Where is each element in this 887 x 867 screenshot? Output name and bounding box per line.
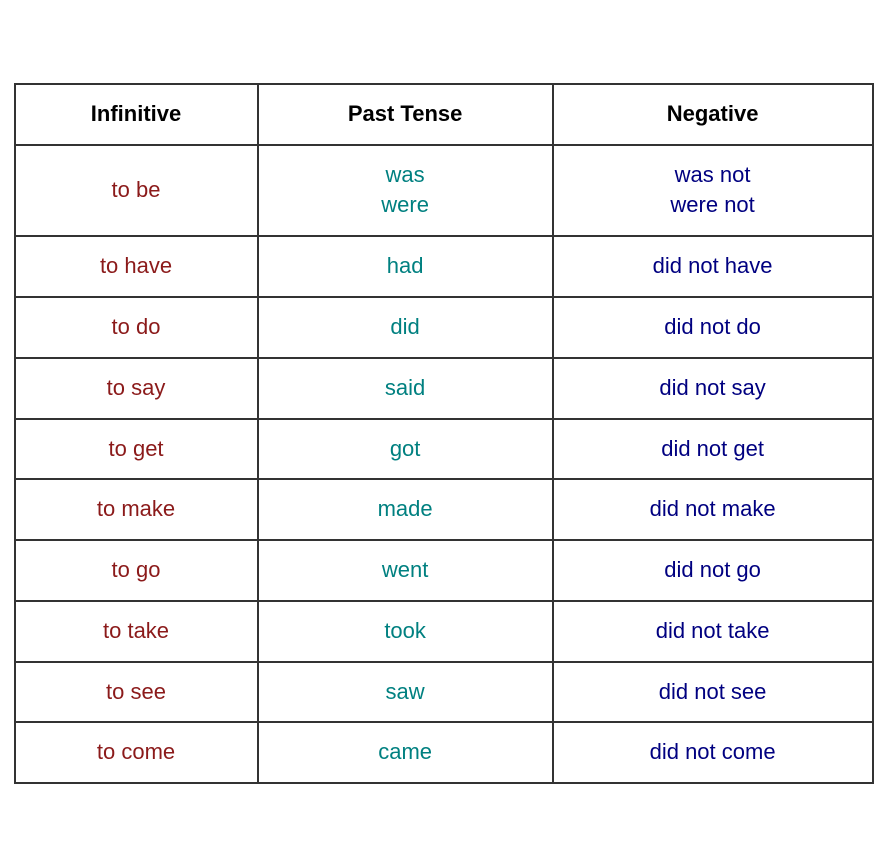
grammar-table: Infinitive Past Tense Negative to bewasw…	[14, 83, 874, 785]
table-row: to makemadedid not make	[15, 479, 873, 540]
cell-negative: did not say	[553, 358, 873, 419]
cell-negative: did not come	[553, 722, 873, 783]
cell-past-tense: went	[258, 540, 553, 601]
cell-past-tense: made	[258, 479, 553, 540]
cell-negative: did not do	[553, 297, 873, 358]
cell-infinitive: to be	[15, 145, 258, 237]
cell-negative: did not go	[553, 540, 873, 601]
cell-negative: did not have	[553, 236, 873, 297]
table-row: to seesawdid not see	[15, 662, 873, 723]
table-row: to taketookdid not take	[15, 601, 873, 662]
header-infinitive: Infinitive	[15, 84, 258, 145]
cell-past-tense: waswere	[258, 145, 553, 237]
table-row: to getgotdid not get	[15, 419, 873, 480]
table-row: to bewaswerewas notwere not	[15, 145, 873, 237]
cell-infinitive: to do	[15, 297, 258, 358]
grammar-table-container: Infinitive Past Tense Negative to bewasw…	[14, 83, 874, 785]
cell-negative: did not take	[553, 601, 873, 662]
cell-infinitive: to see	[15, 662, 258, 723]
cell-infinitive: to have	[15, 236, 258, 297]
cell-negative: did not make	[553, 479, 873, 540]
cell-past-tense: said	[258, 358, 553, 419]
cell-infinitive: to go	[15, 540, 258, 601]
cell-past-tense: had	[258, 236, 553, 297]
header-row: Infinitive Past Tense Negative	[15, 84, 873, 145]
cell-infinitive: to come	[15, 722, 258, 783]
table-row: to gowentdid not go	[15, 540, 873, 601]
table-row: to saysaiddid not say	[15, 358, 873, 419]
table-row: to comecamedid not come	[15, 722, 873, 783]
cell-past-tense: came	[258, 722, 553, 783]
cell-past-tense: did	[258, 297, 553, 358]
cell-infinitive: to say	[15, 358, 258, 419]
cell-past-tense: saw	[258, 662, 553, 723]
cell-past-tense: got	[258, 419, 553, 480]
cell-negative: did not get	[553, 419, 873, 480]
cell-negative: was notwere not	[553, 145, 873, 237]
cell-past-tense: took	[258, 601, 553, 662]
cell-infinitive: to get	[15, 419, 258, 480]
header-negative: Negative	[553, 84, 873, 145]
cell-infinitive: to make	[15, 479, 258, 540]
cell-negative: did not see	[553, 662, 873, 723]
header-past-tense: Past Tense	[258, 84, 553, 145]
cell-infinitive: to take	[15, 601, 258, 662]
table-row: to havehaddid not have	[15, 236, 873, 297]
table-row: to dodiddid not do	[15, 297, 873, 358]
